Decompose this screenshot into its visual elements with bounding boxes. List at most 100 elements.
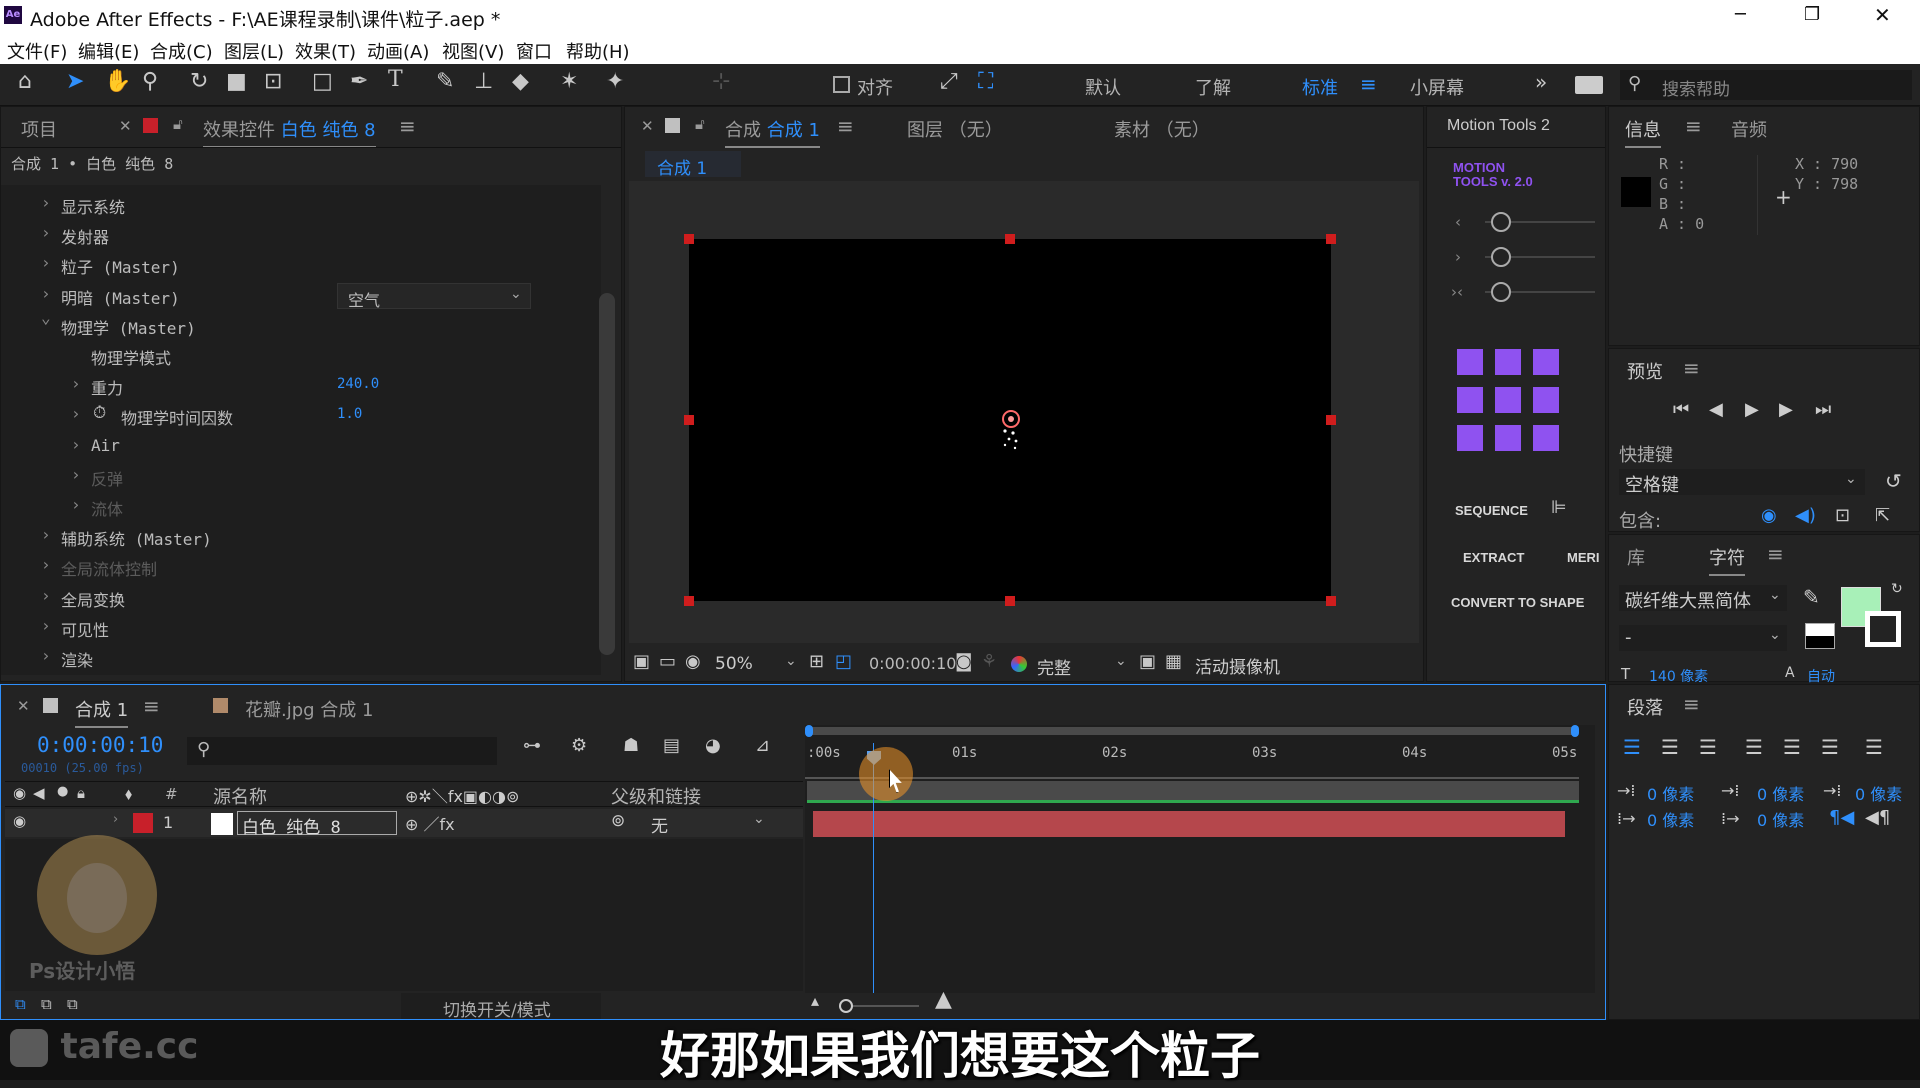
expand-arrow[interactable]: › xyxy=(113,812,118,827)
menu-file[interactable]: 文件(F) xyxy=(7,38,67,64)
slider-knob[interactable] xyxy=(1491,282,1511,302)
puppet-tool-icon[interactable]: ✦ xyxy=(606,69,624,94)
tab-project[interactable]: 项目 xyxy=(21,116,57,142)
graph-editor-icon[interactable]: ⊿ xyxy=(755,735,770,756)
anchor-button[interactable] xyxy=(1495,387,1521,413)
layer-label-color[interactable] xyxy=(133,813,153,833)
effect-tree-item[interactable]: 物理学模式 xyxy=(1,342,591,372)
font-style-dropdown[interactable]: - ⌄ xyxy=(1619,625,1787,651)
menu-composition[interactable]: 合成(C) xyxy=(150,38,213,64)
transform-handle[interactable] xyxy=(684,234,694,244)
camera-dropdown[interactable]: 活动摄像机 xyxy=(1195,653,1280,678)
effect-tree-value[interactable]: 240.0 xyxy=(337,376,379,392)
panel-menu-icon[interactable]: ≡ xyxy=(1767,542,1784,566)
stretch-button-icon[interactable]: ⧉ xyxy=(67,995,78,1013)
monitor-icon[interactable]: ▭ xyxy=(659,651,676,672)
ltr-direction-icon[interactable]: ¶◀︎ xyxy=(1829,807,1854,828)
anchor-button[interactable] xyxy=(1457,425,1483,451)
pan-behind-tool-icon[interactable]: ⊡ xyxy=(264,69,282,94)
tab-motion-tools[interactable]: Motion Tools 2 xyxy=(1447,117,1550,135)
anchor-button[interactable] xyxy=(1495,425,1521,451)
menu-view[interactable]: 视图(V) xyxy=(442,38,504,64)
chevron-right-icon[interactable]: › xyxy=(41,284,51,303)
panel-menu-icon[interactable]: ≡ xyxy=(1685,114,1702,138)
comp-flowchart-icon[interactable]: ⊶ xyxy=(523,735,541,756)
slider-knob[interactable] xyxy=(839,999,853,1013)
overlay-icon[interactable]: ⊡ xyxy=(1835,505,1850,526)
chevron-right-icon[interactable]: › xyxy=(41,253,51,272)
chevron-right-icon[interactable]: › xyxy=(41,616,51,635)
shortcut-dropdown[interactable]: 空格键 ⌄ xyxy=(1619,469,1865,496)
tab-effect-controls[interactable]: 效果控件 白色 纯色 8 xyxy=(203,116,376,148)
convert-to-shape-button[interactable]: CONVERT TO SHAPE xyxy=(1451,595,1584,610)
justify-all-icon[interactable]: ☰ xyxy=(1865,735,1883,759)
effect-tree-item[interactable]: › 辅助系统 (Master) xyxy=(1,523,591,553)
pickwhip-icon[interactable]: ⊚ xyxy=(611,811,625,831)
anchor-button[interactable] xyxy=(1533,349,1559,375)
scrollbar[interactable] xyxy=(599,293,615,655)
easing-slider[interactable] xyxy=(1485,282,1595,302)
transform-handle[interactable] xyxy=(684,596,694,606)
comp-timecode[interactable]: 0:00:00:10 xyxy=(869,654,956,673)
slider-knob[interactable] xyxy=(1491,247,1511,267)
space-before-value[interactable]: 0 像素 xyxy=(1647,807,1694,831)
close-button[interactable]: ✕ xyxy=(1874,3,1891,27)
particle-emitter[interactable] xyxy=(991,407,1031,451)
menu-window[interactable]: 窗口 xyxy=(516,38,552,64)
panel-menu-icon[interactable]: ≡ xyxy=(1683,356,1700,380)
chevron-right-icon[interactable]: › xyxy=(41,586,51,605)
tab-library[interactable]: 库 xyxy=(1627,544,1645,570)
camera-tool-icon[interactable]: ■ xyxy=(226,69,247,94)
chevron-down-icon[interactable]: ⌄ xyxy=(41,308,51,327)
eye-icon[interactable]: ◉ xyxy=(1761,505,1777,526)
transform-handle[interactable] xyxy=(684,415,694,425)
next-frame-icon[interactable]: ▶︎ xyxy=(1779,399,1793,420)
roi-icon[interactable]: ▣ xyxy=(1139,651,1156,672)
close-icon[interactable]: ✕ xyxy=(641,117,654,135)
indent-first-value[interactable]: 0 像素 xyxy=(1757,781,1804,805)
justify-last-left-icon[interactable]: ☰ xyxy=(1745,735,1763,759)
play-icon[interactable]: ▶︎ xyxy=(1745,399,1759,420)
effect-tree-item[interactable]: › 发射器 xyxy=(1,221,591,251)
swap-colors-icon[interactable]: ↻ xyxy=(1891,581,1903,597)
eraser-tool-icon[interactable]: ◆ xyxy=(512,69,529,94)
transform-handle[interactable] xyxy=(1326,234,1336,244)
tab-audio[interactable]: 音频 xyxy=(1731,116,1767,142)
effect-tree-item[interactable]: › 全局流体控制 xyxy=(1,553,591,583)
stopwatch-icon[interactable]: ⏱ xyxy=(93,403,106,423)
comp-subtab[interactable]: 合成 1 xyxy=(645,151,741,179)
chevron-right-icon[interactable]: › xyxy=(41,193,51,212)
effect-tree-item[interactable]: › 全局变换 xyxy=(1,584,591,614)
workspace-small-screen[interactable]: 小屏幕 xyxy=(1410,74,1464,100)
tab-footage[interactable]: 素材 （无） xyxy=(1114,116,1210,142)
effect-tree-item[interactable]: › 重力 240.0 xyxy=(1,372,591,402)
panel-menu-icon[interactable]: ≡ xyxy=(143,694,160,718)
zoom-out-icon[interactable]: ▴ xyxy=(811,991,819,1010)
work-area-start[interactable] xyxy=(805,725,813,737)
home-icon[interactable]: ⌂ xyxy=(18,69,32,94)
draft-3d-icon[interactable]: ⚙ xyxy=(571,735,587,756)
font-size-value[interactable]: 140 像素 xyxy=(1649,666,1708,686)
tab-composition[interactable]: 合成 合成 1 xyxy=(725,116,820,148)
snap-option-icon[interactable]: ⤢ xyxy=(940,69,958,94)
selection-tool-icon[interactable]: ➤ xyxy=(66,69,84,94)
clone-stamp-tool-icon[interactable]: ⊥ xyxy=(474,69,493,94)
speaker-icon[interactable]: ◀︎) xyxy=(1795,505,1816,526)
show-snapshot-icon[interactable]: ⚘ xyxy=(981,651,997,672)
menu-animation[interactable]: 动画(A) xyxy=(367,38,429,64)
always-preview-icon[interactable]: ▣ xyxy=(633,651,650,672)
workspace-learn[interactable]: 了解 xyxy=(1195,74,1231,100)
keyboard-icon[interactable] xyxy=(1575,76,1603,94)
snap-checkbox[interactable] xyxy=(833,76,850,93)
channel-icon[interactable] xyxy=(1011,656,1027,672)
zoom-tool-icon[interactable]: ⚲ xyxy=(142,69,158,94)
tab-timeline-other[interactable]: 花瓣.jpg 合成 1 xyxy=(245,696,373,722)
chevron-right-icon[interactable]: › xyxy=(71,374,81,393)
effect-tree-value[interactable]: 1.0 xyxy=(337,406,362,422)
effect-tree-item[interactable]: › 可见性 xyxy=(1,614,591,644)
anchor-button[interactable] xyxy=(1495,349,1521,375)
zoom-in-icon[interactable]: ▲ xyxy=(935,987,952,1012)
effect-tree-item[interactable]: ⌄ 物理学 (Master) xyxy=(1,308,591,342)
transform-handle[interactable] xyxy=(1005,596,1015,606)
lock-icon[interactable]: 🔓︎ xyxy=(695,115,705,133)
